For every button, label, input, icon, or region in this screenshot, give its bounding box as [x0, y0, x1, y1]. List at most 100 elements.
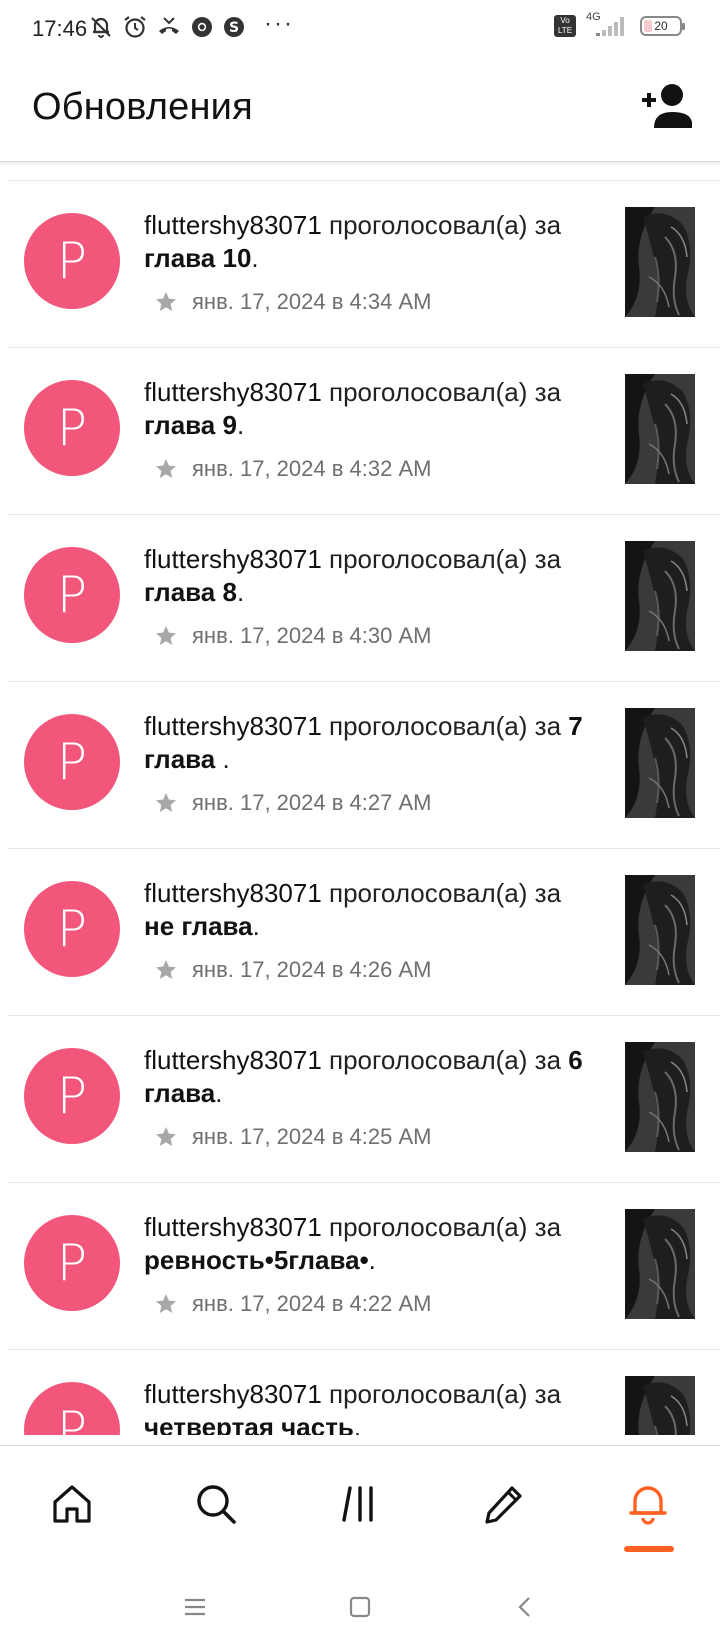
feed-item-date: янв. 17, 2024 в 4:32 AM	[192, 456, 432, 481]
feed-item-user[interactable]: fluttershy83071	[144, 1379, 322, 1409]
story-cover[interactable]	[625, 207, 695, 317]
feed-item-story[interactable]: не глава	[144, 911, 253, 941]
feed-item-text: fluttershy83071 проголосовал(а) за глава…	[144, 209, 584, 275]
feed-item-end: .	[368, 1245, 376, 1275]
star-icon	[156, 1127, 176, 1146]
feed-item-meta: янв. 17, 2024 в 4:32 AM	[154, 456, 431, 482]
feed-item-date: янв. 17, 2024 в 4:26 AM	[192, 957, 432, 982]
nav-library[interactable]	[330, 1474, 390, 1534]
feed-item-end: .	[353, 1412, 362, 1435]
home-icon	[53, 1485, 91, 1523]
feed-item-user[interactable]: fluttershy83071	[144, 210, 322, 240]
avatar-letter: P	[56, 566, 88, 624]
feed-item-story[interactable]: ревность•5глава•	[144, 1245, 369, 1275]
feed-item-date: янв. 17, 2024 в 4:27 AM	[192, 790, 432, 815]
feed-item-prep: за	[534, 1045, 569, 1075]
star-icon	[156, 459, 176, 478]
feed-item[interactable]: P fluttershy83071 проголосовал(а) за чет…	[8, 1349, 720, 1435]
star-icon	[156, 960, 176, 979]
feed-item-action: проголосовал(а)	[321, 210, 535, 240]
feed-item-text: fluttershy83071 проголосовал(а) за глава…	[144, 376, 584, 442]
feed-item-story[interactable]: четвертая часть	[144, 1412, 354, 1435]
feed-item[interactable]: P fluttershy83071 проголосовал(а) за не …	[8, 848, 720, 1015]
feed-item-user[interactable]: fluttershy83071	[144, 878, 322, 908]
feed-item-story[interactable]: глава 8	[144, 577, 237, 607]
feed-item-end: .	[222, 744, 230, 774]
bottom-nav	[0, 1445, 720, 1557]
story-cover[interactable]	[625, 1209, 695, 1319]
page-title: Обновления	[32, 86, 253, 128]
status-more: ···	[264, 10, 294, 37]
feed-item-prep: за	[534, 377, 562, 407]
recent-apps-button[interactable]	[175, 1587, 215, 1627]
signal-icon: 4G	[586, 11, 630, 38]
feed-item-meta: янв. 17, 2024 в 4:34 AM	[154, 289, 431, 315]
back-system-button[interactable]	[505, 1587, 545, 1627]
avatar[interactable]: P	[24, 714, 120, 810]
story-cover[interactable]	[625, 708, 695, 818]
feed-item-prep: за	[534, 544, 562, 574]
search-icon	[197, 1485, 236, 1524]
feed-item[interactable]: P fluttershy83071 проголосовал(а) за гла…	[8, 347, 720, 514]
feed-item-user[interactable]: fluttershy83071	[144, 711, 322, 741]
story-cover[interactable]	[625, 374, 695, 484]
chrome-icon	[192, 17, 212, 37]
feed-item-user[interactable]: fluttershy83071	[144, 1045, 322, 1075]
feed-item-meta: янв. 17, 2024 в 4:22 AM	[154, 1291, 431, 1317]
feed-item-story[interactable]: глава 9	[144, 410, 237, 440]
story-cover-image	[625, 1376, 695, 1435]
feed-item-user[interactable]: fluttershy83071	[144, 544, 322, 574]
story-cover[interactable]	[625, 1042, 695, 1152]
star-icon	[156, 793, 176, 812]
feed-item-date: янв. 17, 2024 в 4:30 AM	[192, 623, 432, 648]
story-cover[interactable]	[625, 875, 695, 985]
story-cover-image	[625, 1042, 695, 1152]
feed-item[interactable]: P fluttershy83071 проголосовал(а) за гла…	[8, 514, 720, 681]
feed-item-action: проголосовал(а)	[321, 711, 535, 741]
nav-notifications[interactable]	[618, 1474, 678, 1534]
feed-item-text: fluttershy83071 проголосовал(а) за 7 гла…	[144, 710, 584, 776]
avatar[interactable]: P	[24, 881, 120, 977]
nav-write[interactable]	[474, 1474, 534, 1534]
notifications-feed: P fluttershy83071 проголосовал(а) за гла…	[0, 180, 720, 1435]
avatar-letter: P	[56, 399, 88, 457]
feed-item-prep: за	[534, 1379, 562, 1409]
feed-item-user[interactable]: fluttershy83071	[144, 377, 322, 407]
feed-item[interactable]: P fluttershy83071 проголосовал(а) за 6 г…	[8, 1015, 720, 1182]
avatar[interactable]: P	[24, 213, 120, 309]
avatar-letter: P	[56, 1067, 88, 1125]
nav-home[interactable]	[42, 1474, 102, 1534]
battery-icon: 20	[640, 16, 685, 36]
feed-item-meta: янв. 17, 2024 в 4:25 AM	[154, 1124, 431, 1150]
feed-item-date: янв. 17, 2024 в 4:25 AM	[192, 1124, 432, 1149]
feed-item-text: fluttershy83071 проголосовал(а) за не гл…	[144, 877, 584, 943]
add-follower-button[interactable]	[640, 82, 696, 130]
square-icon	[349, 1596, 371, 1618]
story-cover[interactable]	[625, 541, 695, 651]
feed-item[interactable]: P fluttershy83071 проголосовал(а) за 7 г…	[8, 681, 720, 848]
feed-item-prep: за	[534, 210, 562, 240]
nav-search[interactable]	[186, 1474, 246, 1534]
home-system-button[interactable]	[340, 1587, 380, 1627]
feed-item[interactable]: P fluttershy83071 проголосовал(а) за рев…	[8, 1182, 720, 1349]
feed-item-prep: за	[534, 878, 562, 908]
feed-item-user[interactable]: fluttershy83071	[144, 1212, 322, 1242]
avatar[interactable]: P	[24, 1215, 120, 1311]
story-cover[interactable]	[625, 1376, 695, 1435]
avatar[interactable]: P	[24, 1382, 120, 1435]
avatar[interactable]: P	[24, 547, 120, 643]
feed-item-date: янв. 17, 2024 в 4:34 AM	[192, 289, 432, 314]
feed-item-story[interactable]: глава 10	[144, 243, 251, 273]
status-icons: S	[88, 14, 246, 40]
notifications-icon	[629, 1486, 667, 1525]
avatar[interactable]: P	[24, 380, 120, 476]
feed-item-end: .	[251, 243, 259, 273]
back-arrow-icon	[518, 1597, 530, 1617]
feed-item-end: .	[215, 1078, 223, 1108]
story-cover-image	[625, 708, 695, 818]
avatar[interactable]: P	[24, 1048, 120, 1144]
feed-item[interactable]: P fluttershy83071 проголосовал(а) за гла…	[8, 180, 720, 347]
status-bar: 17:46 S ··· Vo LTE 4G 20	[0, 0, 720, 56]
person-add-icon	[642, 84, 692, 128]
star-icon	[156, 292, 176, 311]
